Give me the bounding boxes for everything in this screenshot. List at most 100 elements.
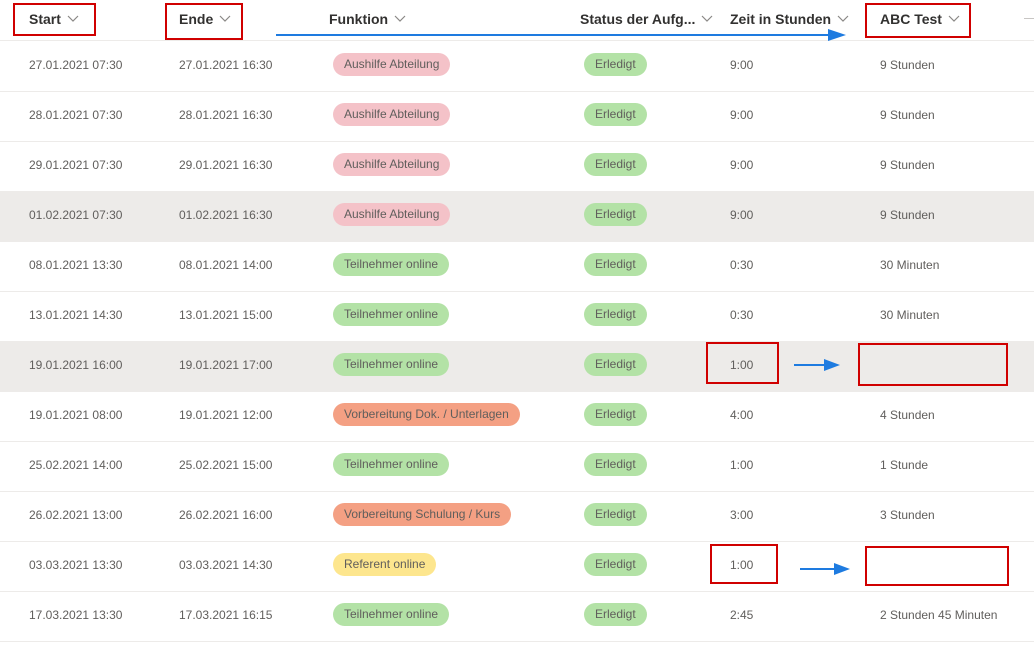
table-row[interactable]: 27.01.2021 07:30 27.01.2021 16:30 Aushilfe… — [0, 42, 1034, 92]
chevron-down-icon — [948, 15, 960, 23]
start-cell: 17.03.2021 13:30 — [29, 608, 123, 622]
status-badge: Erledigt — [584, 253, 647, 276]
column-header-label: Start — [29, 11, 61, 27]
start-cell: 29.01.2021 07:30 — [29, 158, 123, 172]
abc-test-cell: 9 Stunden — [880, 208, 935, 222]
zeit-cell: 0:30 — [730, 308, 754, 322]
ende-cell: 19.01.2021 17:00 — [179, 358, 273, 372]
column-header-label: Zeit in Stunden — [730, 11, 832, 27]
chevron-down-icon — [394, 15, 406, 23]
status-badge: Erledigt — [584, 53, 647, 76]
funktion-badge: Teilnehmer online — [333, 303, 450, 326]
table-row[interactable]: 25.02.2021 14:00 25.02.2021 15:00 Teilnehm… — [0, 442, 1034, 492]
zeit-cell: 9:00 — [730, 208, 754, 222]
funktion-badge: Aushilfe Abteilung — [333, 153, 451, 176]
column-header-label: Funktion — [329, 11, 389, 27]
status-badge: Erledigt — [584, 503, 647, 526]
abc-test-cell: 30 Minuten — [880, 258, 940, 272]
ende-cell: 29.01.2021 16:30 — [179, 158, 273, 172]
status-badge: Erledigt — [584, 603, 647, 626]
start-cell: 28.01.2021 07:30 — [29, 108, 123, 122]
zeit-cell: 1:00 — [730, 458, 754, 472]
abc-test-cell: 2 Stunden 45 Minuten — [880, 608, 998, 622]
ende-cell: 17.03.2021 16:15 — [179, 608, 273, 622]
column-header-label: Ende — [179, 11, 214, 27]
start-cell: 25.02.2021 14:00 — [29, 458, 123, 472]
zeit-cell: 1:00 — [730, 558, 754, 572]
status-badge: Erledigt — [584, 203, 647, 226]
zeit-cell: 4:00 — [730, 408, 754, 422]
abc-test-cell: 9 Stunden — [880, 58, 935, 72]
funktion-badge: Teilnehmer online — [333, 253, 450, 276]
abc-test-cell: 9 Stunden — [880, 108, 935, 122]
start-cell: 01.02.2021 07:30 — [29, 208, 123, 222]
ende-cell: 08.01.2021 14:00 — [179, 258, 273, 272]
ende-cell: 26.02.2021 16:00 — [179, 508, 273, 522]
table-row[interactable]: 17.03.2021 13:30 17.03.2021 16:15 Teilnehm… — [0, 592, 1034, 642]
table-row[interactable]: 19.01.2021 16:00 19.01.2021 17:00 Teilnehm… — [0, 342, 1034, 392]
funktion-badge: Aushilfe Abteilung — [333, 53, 451, 76]
table-row[interactable]: 26.02.2021 13:00 26.02.2021 16:00 Vorberei… — [0, 492, 1034, 542]
funktion-badge: Aushilfe Abteilung — [333, 103, 451, 126]
funktion-badge: Vorbereitung Schulung / Kurs — [333, 503, 512, 526]
column-header-zeit[interactable]: Zeit in Stunden — [730, 11, 849, 27]
ende-cell: 28.01.2021 16:30 — [179, 108, 273, 122]
ende-cell: 03.03.2021 14:30 — [179, 558, 273, 572]
column-header-ende[interactable]: Ende — [179, 11, 231, 27]
status-badge: Erledigt — [584, 553, 647, 576]
status-badge: Erledigt — [584, 103, 647, 126]
funktion-badge: Vorbereitung Dok. / Unterlagen — [333, 403, 520, 426]
zeit-cell: 0:30 — [730, 258, 754, 272]
table-row[interactable]: 03.03.2021 13:30 03.03.2021 14:30 Referent… — [0, 542, 1034, 592]
zeit-cell: 2:45 — [730, 608, 754, 622]
chevron-down-icon — [219, 15, 231, 23]
table-row[interactable]: 01.02.2021 07:30 01.02.2021 16:30 Aushilfe… — [0, 192, 1034, 242]
zeit-cell: 9:00 — [730, 108, 754, 122]
zeit-cell: 9:00 — [730, 158, 754, 172]
ende-cell: 27.01.2021 16:30 — [179, 58, 273, 72]
chevron-down-icon — [837, 15, 849, 23]
zeit-cell: 3:00 — [730, 508, 754, 522]
start-cell: 26.02.2021 13:00 — [29, 508, 123, 522]
funktion-badge: Teilnehmer online — [333, 603, 450, 626]
status-badge: Erledigt — [584, 453, 647, 476]
column-header-label: Status der Aufg... — [580, 11, 696, 27]
start-cell: 19.01.2021 16:00 — [29, 358, 123, 372]
funktion-badge: Teilnehmer online — [333, 353, 450, 376]
zeit-cell: 9:00 — [730, 58, 754, 72]
start-cell: 27.01.2021 07:30 — [29, 58, 123, 72]
funktion-badge: Teilnehmer online — [333, 453, 450, 476]
list-header: Start Ende Funktion Status der Aufg... Z… — [0, 0, 1034, 41]
column-header-label: ABC Test — [880, 11, 942, 27]
abc-test-cell: 3 Stunden — [880, 508, 935, 522]
column-header-funktion[interactable]: Funktion — [329, 11, 406, 27]
zeit-cell: 1:00 — [730, 358, 754, 372]
funktion-badge: Aushilfe Abteilung — [333, 203, 451, 226]
add-column-icon[interactable] — [1024, 18, 1034, 19]
status-badge: Erledigt — [584, 403, 647, 426]
status-badge: Erledigt — [584, 353, 647, 376]
abc-test-cell: 30 Minuten — [880, 308, 940, 322]
column-header-abc[interactable]: ABC Test — [880, 11, 960, 27]
start-cell: 13.01.2021 14:30 — [29, 308, 123, 322]
table-row[interactable]: 19.01.2021 08:00 19.01.2021 12:00 Vorberei… — [0, 392, 1034, 442]
chevron-down-icon — [701, 15, 713, 23]
column-header-status[interactable]: Status der Aufg... — [580, 11, 713, 27]
abc-test-cell: 4 Stunden — [880, 408, 935, 422]
status-badge: Erledigt — [584, 153, 647, 176]
table-row[interactable]: 08.01.2021 13:30 08.01.2021 14:00 Teilnehm… — [0, 242, 1034, 292]
ende-cell: 01.02.2021 16:30 — [179, 208, 273, 222]
table-row[interactable]: 29.01.2021 07:30 29.01.2021 16:30 Aushilfe… — [0, 142, 1034, 192]
status-badge: Erledigt — [584, 303, 647, 326]
table-row[interactable]: 28.01.2021 07:30 28.01.2021 16:30 Aushilfe… — [0, 92, 1034, 142]
funktion-badge: Referent online — [333, 553, 437, 576]
table-row[interactable]: 13.01.2021 14:30 13.01.2021 15:00 Teilnehm… — [0, 292, 1034, 342]
start-cell: 03.03.2021 13:30 — [29, 558, 123, 572]
start-cell: 19.01.2021 08:00 — [29, 408, 123, 422]
ende-cell: 19.01.2021 12:00 — [179, 408, 273, 422]
abc-test-cell: 9 Stunden — [880, 158, 935, 172]
ende-cell: 13.01.2021 15:00 — [179, 308, 273, 322]
abc-test-cell: 1 Stunde — [880, 458, 929, 472]
start-cell: 08.01.2021 13:30 — [29, 258, 123, 272]
column-header-start[interactable]: Start — [29, 11, 79, 27]
